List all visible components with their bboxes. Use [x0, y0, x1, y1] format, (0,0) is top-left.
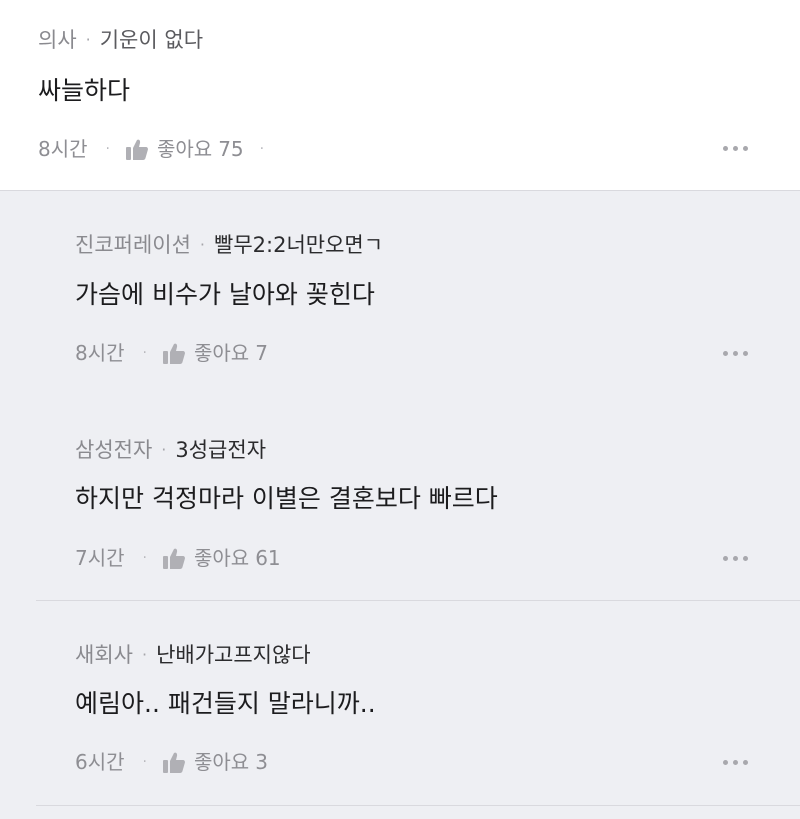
comment-time: 7시간	[75, 546, 125, 570]
comment-meta: 삼성전자 · 3성급전자	[75, 436, 266, 464]
more-options-icon[interactable]	[723, 146, 748, 151]
like-button[interactable]: 좋아요 61	[162, 545, 281, 571]
more-options-icon[interactable]	[723, 556, 748, 561]
action-separator: ·	[259, 141, 265, 157]
comment-time: 8시간	[75, 341, 125, 365]
like-label: 좋아요	[156, 137, 213, 161]
thumbs-up-icon	[162, 343, 185, 364]
action-separator: ·	[105, 141, 110, 157]
comment-time: 8시간	[38, 137, 88, 161]
comment-meta: 진코퍼레이션 · 빨무2:2너만오면ㄱ	[75, 231, 383, 259]
top-comment: 의사 · 기운이 없다 싸늘하다 8시간 · 좋아요 75 ·	[0, 0, 800, 190]
comment-text: 예림아.. 패건들지 말라니까..	[75, 689, 376, 718]
like-count: 7	[255, 341, 268, 365]
comment-text: 싸늘하다	[38, 76, 131, 105]
comment-actions: 7시간 · 좋아요 61	[75, 545, 281, 571]
author-company[interactable]: 의사	[38, 26, 77, 54]
more-options-icon[interactable]	[723, 760, 748, 765]
action-separator: ·	[142, 754, 147, 770]
divider	[36, 600, 800, 601]
like-label: 좋아요	[193, 546, 250, 570]
comment-meta: 의사 · 기운이 없다	[38, 26, 203, 54]
like-count: 3	[255, 750, 268, 774]
divider	[0, 190, 800, 191]
divider	[36, 805, 800, 806]
comment-actions: 8시간 · 좋아요 75 ·	[38, 136, 264, 162]
like-button[interactable]: 좋아요 3	[162, 749, 268, 775]
like-button[interactable]: 좋아요 75	[125, 136, 244, 162]
like-button[interactable]: 좋아요 7	[162, 340, 268, 366]
author-company[interactable]: 진코퍼레이션	[75, 231, 191, 259]
action-separator: ·	[142, 550, 147, 566]
like-label: 좋아요	[193, 750, 250, 774]
author-nickname[interactable]: 3성급전자	[175, 436, 266, 464]
meta-separator: ·	[85, 30, 91, 49]
comment-text: 가슴에 비수가 날아와 꽂힌다	[75, 280, 375, 309]
thumbs-up-icon	[162, 752, 185, 773]
comment-meta: 새회사 · 난배가고프지않다	[75, 641, 311, 669]
meta-separator: ·	[161, 440, 167, 459]
like-count: 75	[218, 137, 244, 161]
thumbs-up-icon	[162, 548, 185, 569]
meta-separator: ·	[141, 645, 148, 664]
more-options-icon[interactable]	[723, 351, 748, 356]
meta-separator: ·	[199, 235, 206, 254]
comment-time: 6시간	[75, 750, 125, 774]
comment-thread: 의사 · 기운이 없다 싸늘하다 8시간 · 좋아요 75 · 진코퍼레이션 ·	[0, 0, 800, 819]
author-company[interactable]: 새회사	[75, 641, 133, 669]
author-nickname[interactable]: 난배가고프지않다	[156, 641, 311, 669]
thumbs-up-icon	[125, 139, 148, 160]
comment-actions: 8시간 · 좋아요 7	[75, 340, 268, 366]
action-separator: ·	[142, 345, 147, 361]
author-nickname[interactable]: 빨무2:2너만오면ㄱ	[214, 231, 383, 259]
comment-actions: 6시간 · 좋아요 3	[75, 749, 268, 775]
author-company[interactable]: 삼성전자	[75, 436, 152, 464]
author-nickname[interactable]: 기운이 없다	[100, 26, 203, 54]
like-count: 61	[255, 546, 281, 570]
like-label: 좋아요	[193, 341, 250, 365]
comment-text: 하지만 걱정마라 이별은 결혼보다 빠르다	[75, 484, 498, 513]
